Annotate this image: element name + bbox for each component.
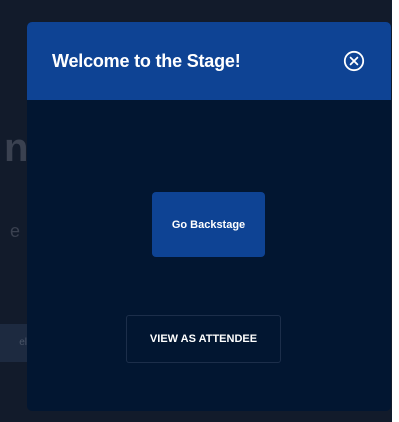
modal-title: Welcome to the Stage! (52, 50, 241, 71)
background-heading-fragment: n (4, 126, 29, 170)
background-text-fragment: e (10, 221, 21, 241)
background-chip-fragment: el (0, 324, 27, 362)
view-as-attendee-button[interactable]: VIEW AS ATTENDEE (126, 315, 281, 363)
close-circle-icon (343, 50, 365, 72)
go-backstage-button[interactable]: Go Backstage (152, 192, 265, 257)
modal-header: Welcome to the Stage! (27, 22, 391, 100)
welcome-modal: Welcome to the Stage! Go Backstage VIEW … (27, 22, 391, 411)
modal-body: Go Backstage VIEW AS ATTENDEE (27, 100, 391, 411)
close-icon[interactable] (343, 50, 365, 72)
